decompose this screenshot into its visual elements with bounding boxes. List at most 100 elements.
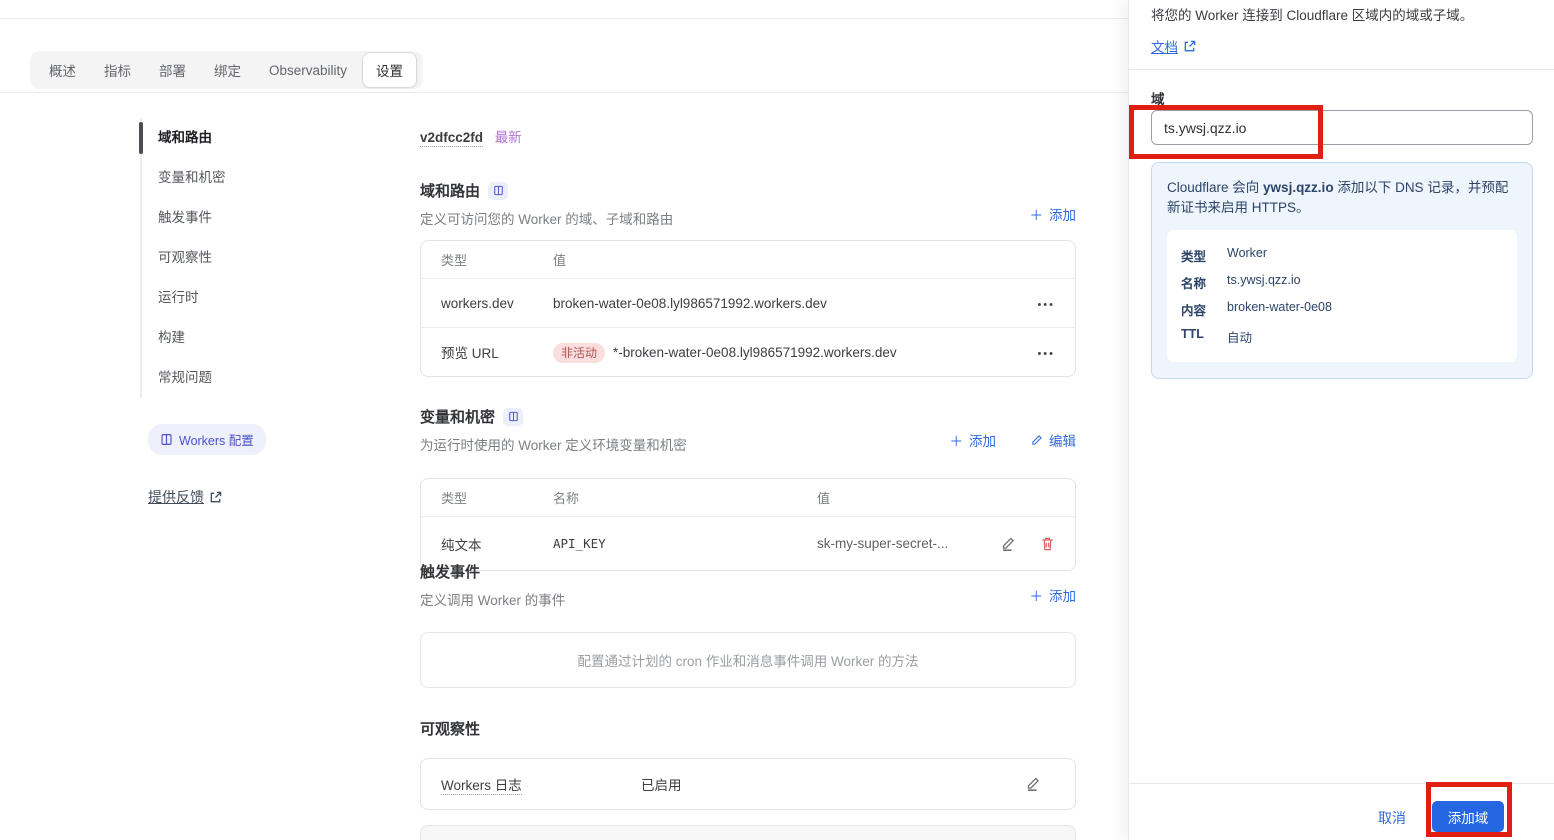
dns-record-value: Worker: [1227, 246, 1267, 265]
col-value: 值: [817, 488, 1055, 507]
footer-divider: [1129, 783, 1554, 784]
vars-add-label: 添加: [969, 430, 996, 450]
table-row: workers.dev broken-water-0e08.lyl9865719…: [421, 278, 1075, 327]
col-value: 值: [553, 250, 1025, 269]
col-name: 名称: [553, 488, 817, 507]
dns-record-row: 内容 broken-water-0e08: [1181, 296, 1503, 323]
delete-variable-icon[interactable]: [1040, 536, 1055, 552]
top-divider: [0, 18, 1128, 19]
tab-bindings[interactable]: 绑定: [201, 53, 254, 87]
docs-book-icon[interactable]: [488, 182, 508, 200]
preview-url-value: *-broken-water-0e08.lyl986571992.workers…: [613, 345, 897, 360]
domains-table: 类型 值 workers.dev broken-water-0e08.lyl98…: [420, 240, 1076, 377]
edit-variable-icon[interactable]: [1000, 536, 1016, 552]
dns-info-box: Cloudflare 会向 ywsj.qzz.io 添加以下 DNS 记录，并预…: [1151, 162, 1533, 379]
nav-observability[interactable]: 可观察性: [142, 238, 400, 278]
domains-title-text: 域和路由: [420, 180, 480, 201]
docs-link[interactable]: 文档: [1151, 36, 1196, 56]
settings-nav: 域和路由 变量和机密 触发事件 可观察性 运行时 构建 常规问题: [140, 118, 400, 398]
vars-table: 类型 名称 值 纯文本 API_KEY sk-my-super-secret-.…: [420, 478, 1076, 571]
tab-metrics[interactable]: 指标: [91, 53, 144, 87]
feedback-label: 提供反馈: [148, 487, 204, 507]
workers-logs-label[interactable]: Workers 日志: [441, 778, 522, 795]
tab-overview[interactable]: 概述: [36, 53, 89, 87]
plus-icon: ＋: [950, 430, 964, 450]
tab-settings[interactable]: 设置: [362, 52, 417, 88]
nav-domains-routes[interactable]: 域和路由: [142, 118, 400, 158]
nav-triggers[interactable]: 触发事件: [142, 198, 400, 238]
dns-record-value: ts.ywsj.qzz.io: [1227, 273, 1301, 292]
nav-variables-secrets[interactable]: 变量和机密: [142, 158, 400, 198]
observability-card: Workers 日志 已启用: [420, 758, 1076, 810]
triggers-empty-text: 配置通过计划的 cron 作业和消息事件调用 Worker 的方法: [577, 650, 918, 670]
next-card-partial: [420, 825, 1076, 840]
domain-row-type: 预览 URL: [441, 342, 553, 362]
external-link-icon: [1183, 40, 1196, 53]
vars-edit-button[interactable]: 编辑: [1030, 430, 1076, 450]
var-row-value: sk-my-super-secret-...: [817, 536, 948, 551]
plus-icon: ＋: [1030, 585, 1044, 605]
vars-section-title: 变量和机密: [420, 406, 1076, 427]
var-row-name: API_KEY: [553, 536, 817, 551]
domain-row-value: broken-water-0e08.lyl986571992.workers.d…: [553, 296, 1025, 311]
row-menu-button[interactable]: •••: [1037, 348, 1055, 360]
dns-record-value: broken-water-0e08: [1227, 300, 1332, 319]
triggers-section-title: 触发事件: [420, 561, 1076, 582]
domains-add-label: 添加: [1049, 204, 1076, 224]
feedback-link[interactable]: 提供反馈: [148, 487, 222, 507]
latest-version-tag[interactable]: 最新: [495, 130, 522, 145]
triggers-section-subtitle: 定义调用 Worker 的事件: [420, 589, 1076, 609]
add-domain-button[interactable]: 添加域: [1432, 801, 1504, 832]
nav-general[interactable]: 常规问题: [142, 358, 400, 398]
vars-title-text: 变量和机密: [420, 406, 495, 427]
row-menu-button[interactable]: •••: [1037, 299, 1055, 311]
observability-section-header: 可观察性: [420, 718, 1076, 739]
version-id[interactable]: v2dfcc2fd: [420, 130, 483, 147]
table-row: Workers 日志 已启用: [421, 759, 1075, 809]
domains-section-header: 域和路由 定义可访问您的 Worker 的域、子域和路由 ＋添加: [420, 180, 1076, 228]
domain-row-value: 非活动 *-broken-water-0e08.lyl986571992.work…: [553, 344, 1025, 361]
docs-link-label: 文档: [1151, 36, 1178, 56]
version-row: v2dfcc2fd 最新: [420, 126, 522, 146]
panel-description: 将您的 Worker 连接到 Cloudflare 区域内的域或子域。: [1151, 6, 1532, 25]
inactive-badge: 非活动: [553, 343, 605, 363]
domains-section-title: 域和路由: [420, 180, 1076, 201]
domain-input[interactable]: [1151, 110, 1533, 145]
vars-add-button[interactable]: ＋添加: [950, 430, 997, 450]
dns-record-value: 自动: [1227, 327, 1252, 346]
cancel-button[interactable]: 取消: [1378, 808, 1406, 828]
col-type: 类型: [441, 250, 553, 269]
dns-record-row: 名称 ts.ywsj.qzz.io: [1181, 269, 1503, 296]
triggers-add-button[interactable]: ＋添加: [1030, 585, 1077, 605]
tab-deployments[interactable]: 部署: [146, 53, 199, 87]
var-row-type: 纯文本: [441, 534, 553, 554]
nav-builds[interactable]: 构建: [142, 318, 400, 358]
vars-section-header: 变量和机密 为运行时使用的 Worker 定义环境变量和机密 ＋添加 编辑: [420, 406, 1076, 454]
tab-bar: 概述 指标 部署 绑定 Observability 设置: [30, 51, 423, 89]
triggers-empty-state: 配置通过计划的 cron 作业和消息事件调用 Worker 的方法: [420, 632, 1076, 688]
triggers-add-label: 添加: [1049, 585, 1076, 605]
dns-info-domain: ywsj.qzz.io: [1263, 180, 1334, 195]
edit-logs-icon[interactable]: [1025, 776, 1055, 792]
col-type: 类型: [441, 488, 553, 507]
dns-record-card: 类型 Worker 名称 ts.ywsj.qzz.io 内容 broken-wa…: [1167, 230, 1517, 362]
observability-section-title: 可观察性: [420, 718, 1076, 739]
domains-add-button[interactable]: ＋添加: [1030, 204, 1077, 224]
dns-info-prefix: Cloudflare 会向: [1167, 180, 1263, 195]
nav-runtime[interactable]: 运行时: [142, 278, 400, 318]
panel-divider: [1129, 69, 1554, 70]
dns-record-key: 名称: [1181, 273, 1213, 292]
settings-sidebar: 域和路由 变量和机密 触发事件 可观察性 运行时 构建 常规问题 Workers…: [140, 118, 400, 507]
workers-logs-status: 已启用: [641, 774, 1025, 794]
triggers-title-text: 触发事件: [420, 561, 480, 582]
tab-observability[interactable]: Observability: [256, 56, 360, 85]
workers-settings-page: 概述 指标 部署 绑定 Observability 设置 域和路由 变量和机密 …: [0, 0, 1554, 840]
dns-record-row: TTL 自动: [1181, 323, 1503, 350]
add-domain-panel: 将您的 Worker 连接到 Cloudflare 区域内的域或子域。 文档 域…: [1128, 0, 1554, 840]
plus-icon: ＋: [1030, 204, 1044, 224]
docs-book-icon[interactable]: [503, 408, 523, 426]
dns-record-key: 类型: [1181, 246, 1213, 265]
triggers-section-header: 触发事件 定义调用 Worker 的事件 ＋添加: [420, 561, 1076, 609]
workers-config-badge[interactable]: Workers 配置: [148, 424, 266, 455]
dns-record-row: 类型 Worker: [1181, 242, 1503, 269]
